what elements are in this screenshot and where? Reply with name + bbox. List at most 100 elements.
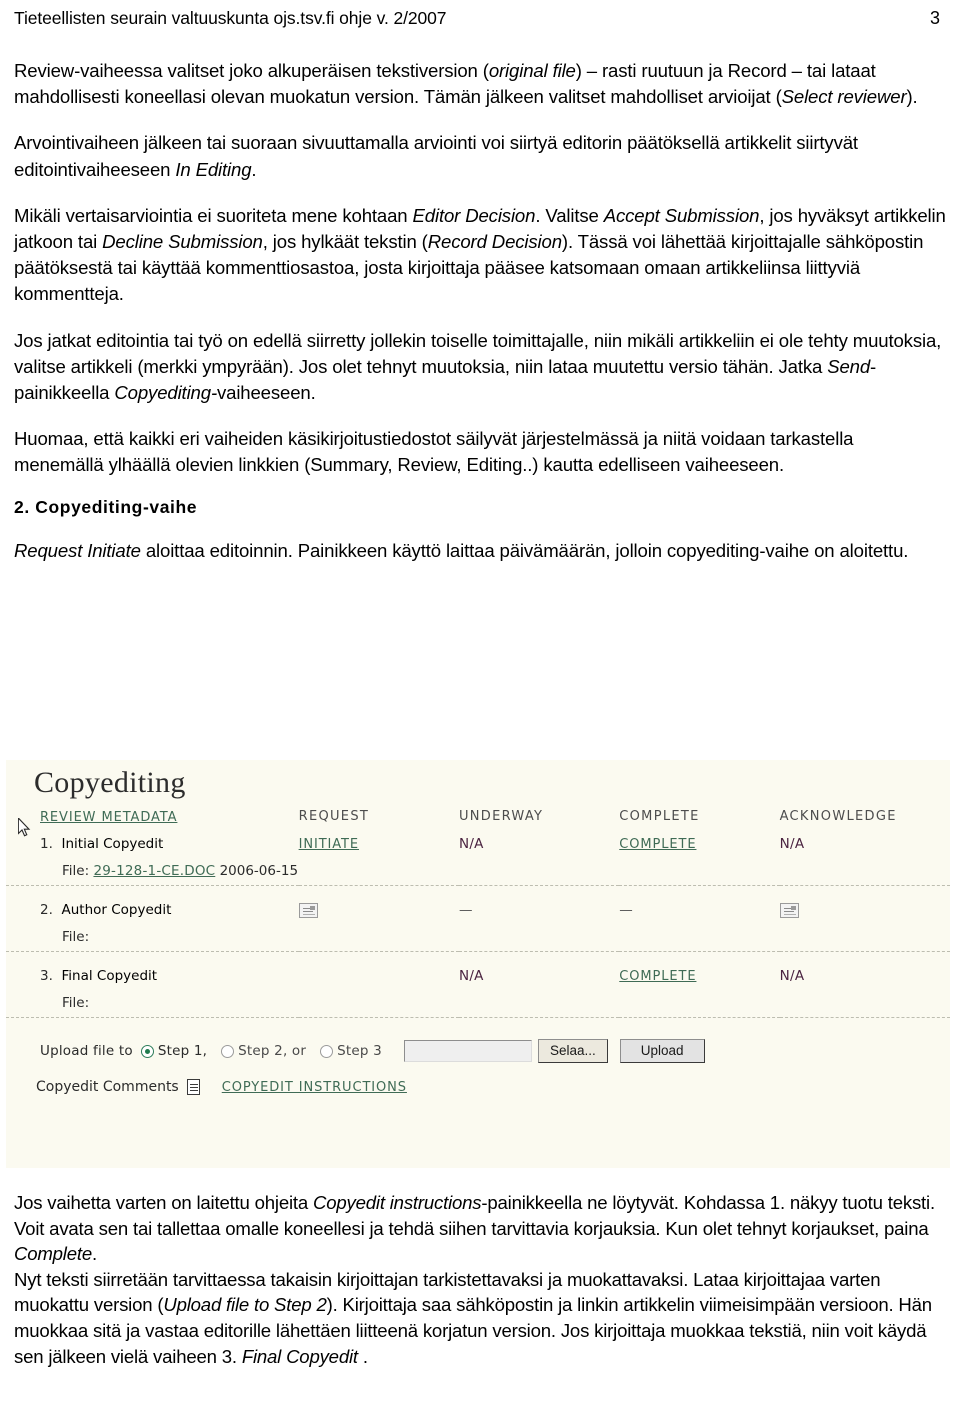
p6-text-a: aloittaa editoinnin. Painikkeen käyttö l… xyxy=(140,539,909,561)
t2-italic-final-copyedit: Final Copyedit xyxy=(241,1345,358,1367)
row-separator xyxy=(6,885,950,897)
review-metadata-cell: REVIEW METADATA xyxy=(6,804,299,831)
file-label: File: xyxy=(62,995,90,1011)
p4-italic-copyediting: Copyediting- xyxy=(114,382,217,404)
p2-italic-in-editing: In Editing xyxy=(175,158,252,180)
review-metadata-link[interactable]: REVIEW METADATA xyxy=(40,810,177,825)
paragraph-4: Jos jatkat editointia tai työ on edellä … xyxy=(14,328,946,407)
copyedit-comments-label: Copyedit Comments xyxy=(36,1079,179,1095)
p1-text-c: ). xyxy=(906,86,918,108)
t2-italic-upload-file-to-step-2: Upload file to Step 2 xyxy=(163,1294,327,1316)
p1-text-a: Review-vaiheessa valitset joko alkuperäi… xyxy=(14,60,489,81)
cell-complete: COMPLETE xyxy=(619,831,779,858)
t2-text-c: . xyxy=(357,1345,368,1367)
copyedit-comments-row: Copyedit Comments COPYEDIT INSTRUCTIONS xyxy=(6,1063,950,1095)
row-label-cell: 2. Author Copyedit xyxy=(6,897,299,924)
row-label: Initial Copyedit xyxy=(61,836,164,852)
ojs-copyediting-screenshot: Copyediting REVIEW METADATA REQUEST UNDE… xyxy=(6,760,950,1168)
radio-step-1[interactable] xyxy=(140,1044,154,1058)
paragraph-1: Review-vaiheessa valitset joko alkuperäi… xyxy=(14,58,946,110)
row-label-cell: 1. Initial Copyedit xyxy=(6,831,299,858)
cell-request xyxy=(298,897,459,924)
p3-text-b: . Valitse xyxy=(535,204,604,226)
upload-button[interactable]: Upload xyxy=(619,1039,705,1063)
file-cell: File: 29-128-1-CE.DOC 2006-06-15 xyxy=(6,858,950,886)
file-date: 2006-06-15 xyxy=(219,863,299,879)
file-cell: File: xyxy=(6,990,950,1018)
p1-italic-select-reviewer: Select reviewer xyxy=(781,86,907,108)
complete-link[interactable]: COMPLETE xyxy=(619,837,696,852)
file-row: File: xyxy=(6,990,950,1018)
cell-underway: N/A xyxy=(459,831,619,858)
cell-request: INITIATE xyxy=(299,831,459,858)
page-header: Tieteellisten seurain valtuuskunta ojs.t… xyxy=(14,8,946,34)
acknowledge-value: N/A xyxy=(779,968,805,984)
row-number: 3. xyxy=(40,968,53,984)
underway-value: N/A xyxy=(458,968,484,984)
p3-italic-editor-decision: Editor Decision xyxy=(412,204,536,226)
section-heading-copyediting: 2. Copyediting-vaihe xyxy=(14,496,198,517)
p3-text-a: Mikäli vertaisarviointia ei suoriteta me… xyxy=(14,204,413,226)
cell-complete: — xyxy=(619,902,633,918)
file-row: File: xyxy=(6,924,950,952)
t1-text-a: Jos vaihetta varten on laitettu ohjeita xyxy=(14,1192,313,1213)
underway-value: N/A xyxy=(458,836,484,852)
table-row: 3. Final Copyedit N/A COMPLETE N/A xyxy=(6,963,950,990)
radio-step-2-label: Step 2, or xyxy=(238,1043,307,1059)
tail-paragraph-1: Jos vaihetta varten on laitettu ohjeita … xyxy=(14,1190,950,1267)
initiate-link[interactable]: INITIATE xyxy=(299,837,359,852)
cell-request xyxy=(299,963,459,990)
row-label: Final Copyedit xyxy=(61,968,158,984)
p4-text-a: Jos jatkat editointia tai työ on edellä … xyxy=(14,329,942,377)
running-head-title: Tieteellisten seurain valtuuskunta ojs.t… xyxy=(14,8,447,28)
mail-icon[interactable] xyxy=(298,902,318,918)
row-separator xyxy=(6,951,950,963)
acknowledge-value: N/A xyxy=(779,836,805,852)
p3-italic-decline-submission: Decline Submission xyxy=(102,231,263,253)
row-label: Author Copyedit xyxy=(61,902,172,918)
cell-underway: — xyxy=(458,902,473,918)
p6-italic-request-initiate: Request Initiate xyxy=(14,539,141,561)
row-label-cell: 3. Final Copyedit xyxy=(6,963,299,990)
tail-paragraph-2: Nyt teksti siirretään tarvittaessa takai… xyxy=(14,1267,950,1369)
table-row: 2. Author Copyedit — — xyxy=(6,897,950,924)
cell-acknowledge: N/A xyxy=(780,963,950,990)
document-icon[interactable] xyxy=(186,1079,200,1095)
p4-italic-send: Send xyxy=(827,355,871,377)
radio-step-2[interactable] xyxy=(221,1044,235,1058)
p4-text-c: vaiheeseen. xyxy=(216,382,316,404)
file-name-link[interactable]: 29-128-1-CE.DOC xyxy=(93,863,215,879)
p3-italic-record-decision: Record Decision xyxy=(427,231,562,253)
radio-step-3[interactable] xyxy=(320,1044,334,1058)
table-row: 1. Initial Copyedit INITIATE N/A COMPLET… xyxy=(6,831,950,858)
document-body: Review-vaiheessa valitset joko alkuperäi… xyxy=(14,58,946,584)
page-number: 3 xyxy=(929,8,940,28)
file-label: File: xyxy=(62,929,90,945)
browse-button[interactable]: Selaa... xyxy=(537,1039,608,1063)
upload-file-row: Upload file to Step 1, Step 2, or Step 3… xyxy=(6,1029,950,1063)
file-path-input[interactable] xyxy=(403,1040,532,1062)
mail-icon[interactable] xyxy=(779,902,799,918)
upload-file-label: Upload file to xyxy=(40,1043,133,1059)
p3-italic-accept-submission: Accept Submission xyxy=(603,204,760,226)
complete-link[interactable]: COMPLETE xyxy=(619,969,696,984)
screenshot-page-title: Copyediting xyxy=(34,766,186,799)
row-number: 1. xyxy=(40,836,53,852)
t1-italic-copyedit-instructions: Copyedit instructions xyxy=(313,1192,482,1213)
file-cell: File: xyxy=(6,924,950,952)
file-label: File: xyxy=(62,863,90,879)
column-header-acknowledge: ACKNOWLEDGE xyxy=(779,809,897,824)
cell-complete: COMPLETE xyxy=(619,963,779,990)
radio-step-1-label: Step 1, xyxy=(157,1043,208,1059)
p2-text-a: Arvointivaiheen jälkeen tai suoraan sivu… xyxy=(14,132,858,180)
cell-acknowledge xyxy=(779,897,950,924)
copyedit-instructions-link[interactable]: COPYEDIT INSTRUCTIONS xyxy=(222,1080,407,1095)
paragraph-3: Mikäli vertaisarviointia ei suoriteta me… xyxy=(14,203,946,308)
document-tail: Jos vaihetta varten on laitettu ohjeita … xyxy=(14,1190,950,1369)
paragraph-6: Request Initiate aloittaa editoinnin. Pa… xyxy=(14,538,946,564)
cell-acknowledge: N/A xyxy=(780,831,950,858)
p2-text-b: . xyxy=(251,158,257,180)
copyediting-table: REVIEW METADATA REQUEST UNDERWAY COMPLET… xyxy=(6,804,950,1029)
column-header-request: REQUEST xyxy=(298,809,370,824)
row-separator xyxy=(6,1017,950,1029)
